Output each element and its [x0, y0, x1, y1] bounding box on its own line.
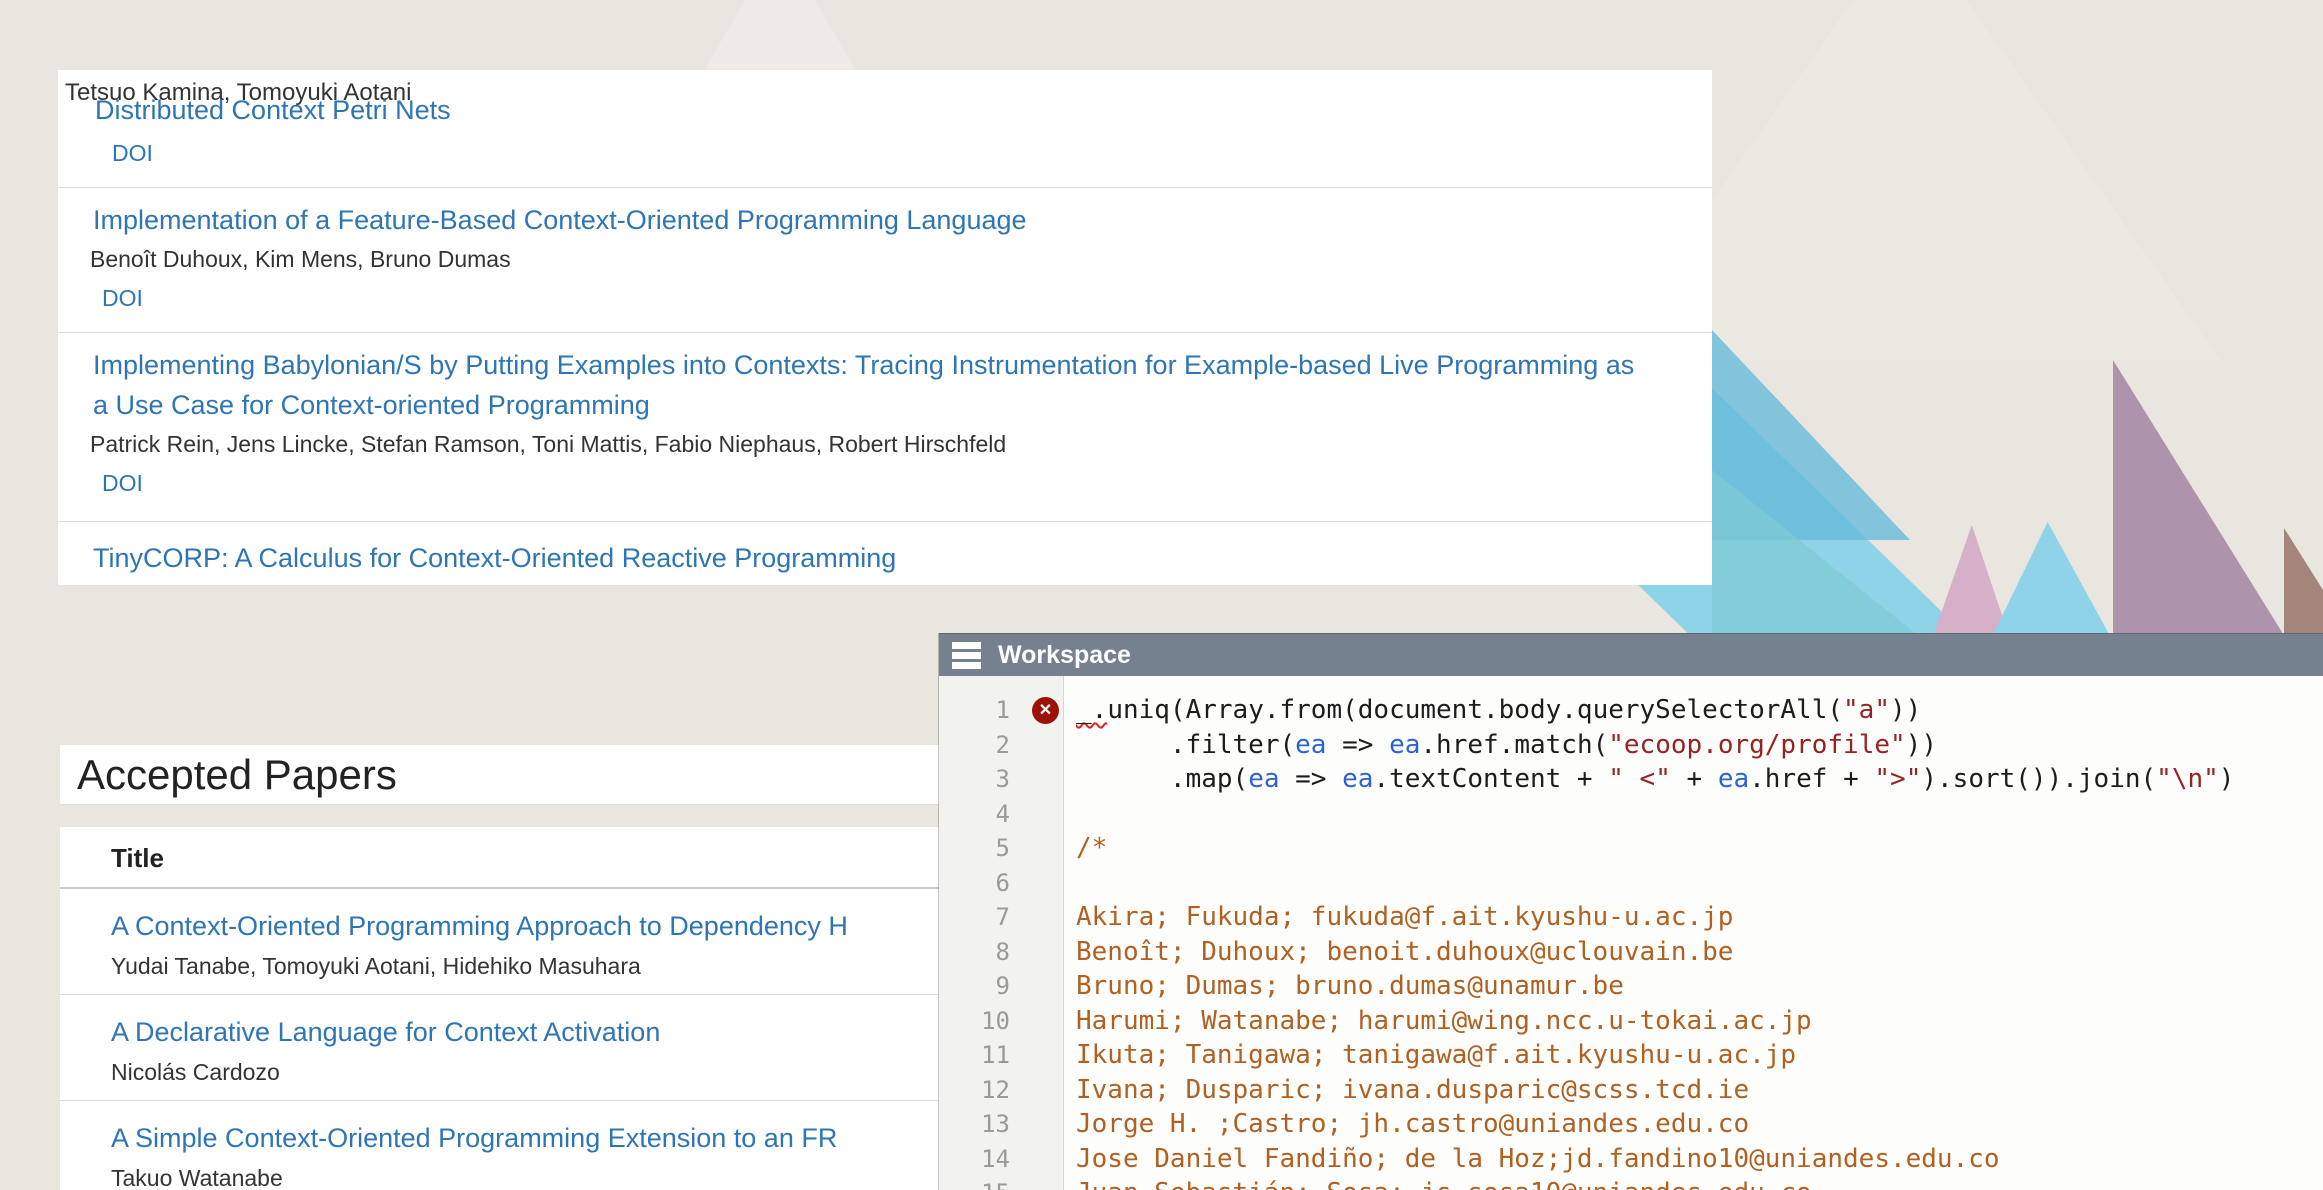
doi-link[interactable]: DOI	[102, 278, 143, 318]
line-number: 1✕	[939, 693, 1063, 728]
code-line[interactable]: Ikuta; Tanigawa; tanigawa@f.ait.kyushu-u…	[1076, 1038, 2323, 1073]
doi-link[interactable]: DOI	[112, 133, 153, 173]
code-string: "\n"	[2156, 764, 2219, 794]
code-line[interactable]	[1076, 866, 2323, 901]
line-number-gutter: 1✕23456789101112131415	[939, 676, 1064, 1190]
triangle-decoration	[1988, 522, 2115, 645]
code-comment: Benoît; Duhoux; benoit.duhoux@uclouvain.…	[1076, 937, 1733, 967]
triangle-decoration	[2113, 360, 2290, 645]
line-number: 8	[939, 935, 1063, 970]
hamburger-menu-icon[interactable]	[952, 642, 981, 669]
code-text: =>	[1280, 764, 1343, 794]
workspace-editor: 1✕23456789101112131415 _.uniq(Array.from…	[939, 676, 2323, 1190]
code-line[interactable]: Jorge H. ;Castro; jh.castro@uniandes.edu…	[1076, 1107, 2323, 1142]
workspace-title: Workspace	[998, 641, 1131, 670]
page: Tetsuo Kamina, Tomoyuki Aotani Distribut…	[0, 0, 2323, 1190]
code-line[interactable]	[1076, 797, 2323, 832]
line-number: 5	[939, 831, 1063, 866]
code-line[interactable]: /*	[1076, 831, 2323, 866]
code-text: )	[2219, 764, 2235, 794]
line-number: 9	[939, 969, 1063, 1004]
code-comment: Jose Daniel Fandiño; de la Hoz;jd.fandin…	[1076, 1144, 2000, 1174]
code-comment: Ikuta; Tanigawa; tanigawa@f.ait.kyushu-u…	[1076, 1040, 1796, 1070]
paper-list-item: TinyCORP: A Calculus for Context-Oriente…	[58, 522, 1712, 585]
code-line[interactable]: Bruno; Dumas; bruno.dumas@unamur.be	[1076, 969, 2323, 1004]
code-area[interactable]: _.uniq(Array.from(document.body.querySel…	[1064, 676, 2323, 1190]
paper-list-item: Implementing Babylonian/S by Putting Exa…	[58, 333, 1712, 522]
code-variable: ea	[1718, 764, 1749, 794]
code-string: ">"	[1874, 764, 1921, 794]
code-comment: Akira; Fukuda; fukuda@f.ait.kyushu-u.ac.…	[1076, 902, 1733, 932]
paper-title-link[interactable]: Implementation of a Feature-Based Contex…	[93, 200, 1652, 240]
line-number: 10	[939, 1004, 1063, 1039]
code-line[interactable]: .filter(ea => ea.href.match("ecoop.org/p…	[1076, 728, 2323, 763]
line-number: 15	[939, 1176, 1063, 1190]
line-number: 3	[939, 762, 1063, 797]
paper-title-link[interactable]: Distributed Context Petri Nets	[95, 90, 451, 130]
code-line[interactable]: _.uniq(Array.from(document.body.querySel…	[1076, 693, 2323, 728]
line-number: 13	[939, 1107, 1063, 1142]
code-string: " <"	[1608, 764, 1671, 794]
code-text: .map(	[1076, 764, 1248, 794]
code-text: ))	[1906, 730, 1937, 760]
code-variable: ea	[1342, 764, 1373, 794]
line-number: 2	[939, 728, 1063, 763]
line-number: 11	[939, 1038, 1063, 1073]
code-comment: Jorge H. ;Castro; jh.castro@uniandes.edu…	[1076, 1109, 1749, 1139]
line-number: 12	[939, 1073, 1063, 1108]
code-variable: ea	[1389, 730, 1420, 760]
code-variable: ea	[1248, 764, 1279, 794]
code-text: =>	[1326, 730, 1389, 760]
paper-title-link[interactable]: Implementing Babylonian/S by Putting Exa…	[93, 345, 1652, 425]
code-text: +	[1671, 764, 1718, 794]
code-text: ).sort()).join(	[1921, 764, 2156, 794]
line-number: 14	[939, 1142, 1063, 1177]
code-line[interactable]: Juan Sebastián; Sosa; js.sosa10@uniandes…	[1076, 1176, 2323, 1190]
code-text: .href.match(	[1420, 730, 1608, 760]
paper-authors: Patrick Rein, Jens Lincke, Stefan Ramson…	[90, 425, 1652, 463]
code-comment: Juan Sebastián; Sosa; js.sosa10@uniandes…	[1076, 1178, 1812, 1190]
workspace-titlebar[interactable]: Workspace	[939, 633, 2323, 676]
code-line[interactable]: .map(ea => ea.textContent + " <" + ea.hr…	[1076, 762, 2323, 797]
code-text: .filter(	[1076, 730, 1295, 760]
code-text: .textContent +	[1373, 764, 1608, 794]
code-string: "a"	[1843, 695, 1890, 725]
doi-link[interactable]: DOI	[102, 463, 143, 503]
code-string: "ecoop.org/profile"	[1608, 730, 1905, 760]
paper-list-item: Implementation of a Feature-Based Contex…	[58, 188, 1712, 333]
code-comment: /*	[1076, 833, 1107, 863]
code-comment: Harumi; Watanabe; harumi@wing.ncc.u-toka…	[1076, 1006, 1812, 1036]
line-number: 6	[939, 866, 1063, 901]
paper-list-card: Tetsuo Kamina, Tomoyuki Aotani Distribut…	[58, 70, 1712, 585]
code-text: _.	[1076, 695, 1107, 725]
error-x-icon[interactable]: ✕	[1032, 697, 1059, 724]
code-line[interactable]: Ivana; Dusparic; ivana.dusparic@scss.tcd…	[1076, 1073, 2323, 1108]
paper-list-item: Tetsuo Kamina, Tomoyuki Aotani Distribut…	[58, 70, 1712, 188]
code-comment: Bruno; Dumas; bruno.dumas@unamur.be	[1076, 971, 1624, 1001]
workspace-window: Workspace 1✕23456789101112131415 _.uniq(…	[938, 633, 2323, 1190]
code-text: .href +	[1749, 764, 1874, 794]
code-line[interactable]: Akira; Fukuda; fukuda@f.ait.kyushu-u.ac.…	[1076, 900, 2323, 935]
triangle-decoration	[2284, 528, 2323, 645]
paper-title-link[interactable]: TinyCORP: A Calculus for Context-Oriente…	[93, 538, 1652, 578]
line-number: 7	[939, 900, 1063, 935]
paper-authors: Benoît Duhoux, Kim Mens, Bruno Dumas	[90, 240, 1652, 278]
code-text: ))	[1890, 695, 1921, 725]
code-variable: ea	[1295, 730, 1326, 760]
code-text: uniq(Array.from(document.body.querySelec…	[1107, 695, 1843, 725]
code-line[interactable]: Benoît; Duhoux; benoit.duhoux@uclouvain.…	[1076, 935, 2323, 970]
code-line[interactable]: Jose Daniel Fandiño; de la Hoz;jd.fandin…	[1076, 1142, 2323, 1177]
code-line[interactable]: Harumi; Watanabe; harumi@wing.ncc.u-toka…	[1076, 1004, 2323, 1039]
code-comment: Ivana; Dusparic; ivana.dusparic@scss.tcd…	[1076, 1075, 1749, 1105]
line-number: 4	[939, 797, 1063, 832]
